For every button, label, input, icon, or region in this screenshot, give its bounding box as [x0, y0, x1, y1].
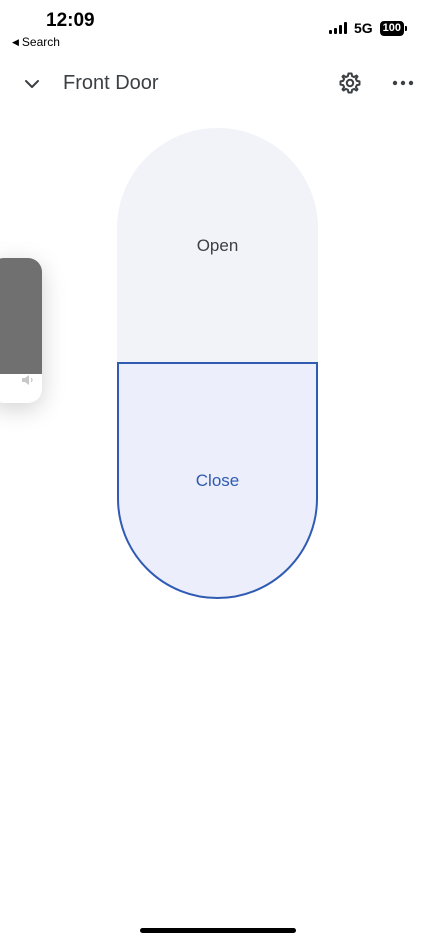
speaker-icon [22, 375, 33, 385]
door-control: Open Close [117, 128, 318, 599]
back-search-label: Search [21, 35, 60, 49]
battery-icon: 100 [379, 20, 407, 36]
page-title: Front Door [63, 72, 159, 94]
more-horizontal-icon[interactable] [392, 79, 414, 87]
gear-icon[interactable] [338, 71, 362, 95]
open-button[interactable]: Open [117, 128, 318, 363]
open-label: Open [196, 236, 239, 255]
network-type: 5G [353, 20, 373, 36]
signal-strength-icon [328, 22, 347, 34]
chevron-down-icon[interactable] [22, 74, 42, 94]
close-button[interactable]: Close [117, 362, 318, 599]
battery-level: 100 [379, 20, 404, 36]
close-label: Close [195, 471, 240, 490]
home-indicator[interactable] [140, 928, 296, 933]
back-to-search-link[interactable]: ◀ Search [12, 35, 60, 49]
volume-level-fill [0, 258, 42, 374]
back-triangle-icon: ◀ [12, 36, 19, 47]
status-indicators: 5G 100 [328, 20, 407, 36]
status-time: 12:09 [46, 10, 95, 31]
